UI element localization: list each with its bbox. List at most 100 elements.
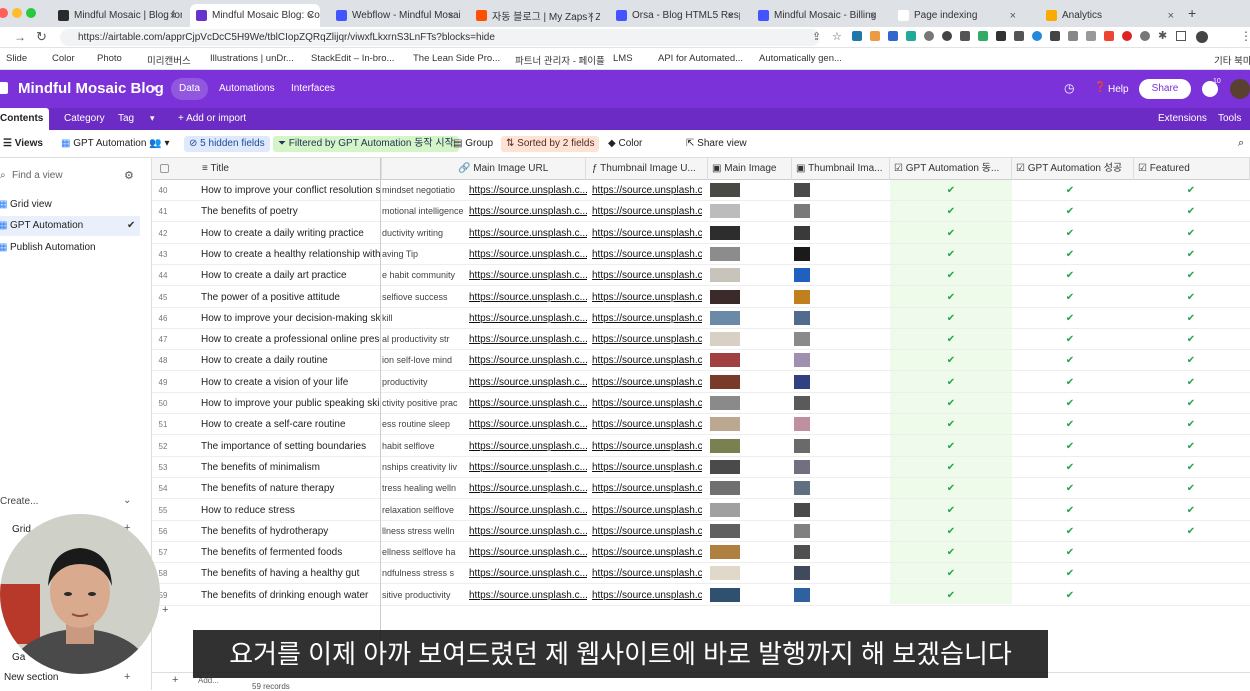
- checkbox-gpt-automation-success[interactable]: ✔: [1064, 329, 1076, 350]
- new-section-button[interactable]: New section: [4, 672, 58, 683]
- minimize-window-dot[interactable]: [12, 8, 22, 18]
- table-row[interactable]: 59 The benefits of drinking enough water s…: [152, 585, 1250, 606]
- extension-icon[interactable]: [1086, 31, 1096, 41]
- cell-title[interactable]: How to create a professional online pres…: [201, 329, 381, 350]
- cell-main-image-url[interactable]: https://source.unsplash.c...: [469, 308, 587, 329]
- table-row[interactable]: 46 How to improve your decision-making sk…: [152, 308, 1250, 329]
- cell-main-image-url[interactable]: https://source.unsplash.c...: [469, 201, 587, 222]
- cell-main-image-url[interactable]: https://source.unsplash.c...: [469, 521, 587, 542]
- checkbox-gpt-automation-success[interactable]: ✔: [1064, 308, 1076, 329]
- cell-title[interactable]: How to create a daily routine: [201, 350, 381, 371]
- bookmark-item[interactable]: The Lean Side Pro...: [413, 53, 500, 64]
- checkbox-gpt-automation-success[interactable]: ✔: [1064, 201, 1076, 222]
- history-icon[interactable]: ◷: [1064, 81, 1074, 95]
- checkbox-featured[interactable]: ✔: [1185, 244, 1197, 265]
- cell-title[interactable]: The benefits of hydrotherapy: [201, 521, 381, 542]
- cell-thumbnail-url[interactable]: https://source.unsplash.c...: [592, 585, 702, 606]
- nav-interfaces[interactable]: Interfaces: [283, 78, 343, 100]
- help-label[interactable]: Help: [1108, 84, 1129, 95]
- cell-tags[interactable]: nships creativity liv: [382, 457, 464, 478]
- main-image-thumbnail[interactable]: [710, 246, 740, 261]
- cell-tags[interactable]: ductivity writing: [382, 223, 464, 244]
- thumbnail-image[interactable]: [794, 566, 810, 581]
- checkbox-featured[interactable]: ✔: [1185, 329, 1197, 350]
- browser-tab[interactable]: Orsa - Blog HTML5 Respo ×: [610, 4, 740, 27]
- table-row[interactable]: 45 The power of a positive attitude selfio…: [152, 287, 1250, 308]
- table-row[interactable]: 51 How to create a self-care routine ess r…: [152, 414, 1250, 436]
- thumbnail-image[interactable]: [794, 353, 810, 368]
- checkbox-gpt-automation-success[interactable]: ✔: [1064, 244, 1076, 265]
- cell-main-image-url[interactable]: https://source.unsplash.c...: [469, 500, 587, 521]
- main-image-thumbnail[interactable]: [710, 225, 740, 240]
- checkbox-gpt-automation-success[interactable]: ✔: [1064, 223, 1076, 244]
- table-row[interactable]: 54 The benefits of nature therapy tress he…: [152, 478, 1250, 500]
- cell-main-image-url[interactable]: https://source.unsplash.c...: [469, 414, 587, 435]
- column-header-title[interactable]: ≡ Title: [198, 158, 382, 180]
- share-page-icon[interactable]: ⇪: [812, 30, 821, 43]
- group-button[interactable]: ▤ Group: [448, 136, 498, 152]
- checkbox-featured[interactable]: ✔: [1185, 478, 1197, 499]
- bookmark-item[interactable]: Automatically gen...: [759, 53, 842, 64]
- base-name[interactable]: Mindful Mosaic Blog: [18, 80, 164, 97]
- extension-icon[interactable]: [888, 31, 898, 41]
- cell-tags[interactable]: productivity: [382, 372, 464, 393]
- cell-title[interactable]: The benefits of nature therapy: [201, 478, 381, 499]
- checkbox-gpt-automation-success[interactable]: ✔: [1064, 414, 1076, 435]
- column-header-gpt-automation-start[interactable]: ☑ GPT Automation 동...: [890, 158, 1012, 180]
- cell-main-image-url[interactable]: https://source.unsplash.c...: [469, 563, 587, 584]
- thumbnail-image[interactable]: [794, 523, 810, 538]
- table-row[interactable]: 47 How to create a professional online pr…: [152, 329, 1250, 351]
- sidepanel-icon[interactable]: [1176, 31, 1186, 41]
- filter-button[interactable]: ⏷ Filtered by GPT Automation 동작 시작: [273, 136, 459, 152]
- main-image-thumbnail[interactable]: [710, 481, 740, 496]
- browser-tab[interactable]: Mindful Mosaic Blog: Con ×: [190, 4, 320, 27]
- checkbox-gpt-automation-success[interactable]: ✔: [1064, 521, 1076, 542]
- checkbox-gpt-automation-start[interactable]: ✔: [945, 521, 957, 542]
- checkbox-featured[interactable]: ✔: [1185, 500, 1197, 521]
- main-image-thumbnail[interactable]: [710, 545, 740, 560]
- thumbnail-image[interactable]: [794, 502, 810, 517]
- extension-icon[interactable]: [906, 31, 916, 41]
- cell-tags[interactable]: tress healing welln: [382, 478, 464, 499]
- cell-tags[interactable]: ess routine sleep: [382, 414, 464, 435]
- checkbox-gpt-automation-start[interactable]: ✔: [945, 287, 957, 308]
- bookmark-item[interactable]: Photo: [97, 53, 122, 64]
- extension-icon[interactable]: [960, 31, 970, 41]
- extension-icon[interactable]: [1122, 31, 1132, 41]
- cell-main-image-url[interactable]: https://source.unsplash.c...: [469, 329, 587, 350]
- cell-tags[interactable]: sitive productivity: [382, 585, 464, 606]
- cell-tags[interactable]: relaxation selflove: [382, 500, 464, 521]
- main-image-thumbnail[interactable]: [710, 268, 740, 283]
- cell-title[interactable]: The benefits of minimalism: [201, 457, 381, 478]
- checkbox-gpt-automation-start[interactable]: ✔: [945, 265, 957, 286]
- close-tab-icon[interactable]: ×: [588, 10, 594, 22]
- checkbox-featured[interactable]: ✔: [1185, 201, 1197, 222]
- cell-title[interactable]: The power of a positive attitude: [201, 287, 381, 308]
- column-header-main-image-url[interactable]: 🔗 Main Image URL: [454, 158, 586, 180]
- checkbox-gpt-automation-start[interactable]: ✔: [945, 585, 957, 606]
- cell-thumbnail-url[interactable]: https://source.unsplash.c...: [592, 436, 702, 457]
- column-header-main-image[interactable]: ▣ Main Image: [708, 158, 792, 180]
- main-image-thumbnail[interactable]: [710, 353, 740, 368]
- cell-thumbnail-url[interactable]: https://source.unsplash.c...: [592, 244, 702, 265]
- sort-button[interactable]: ⇅ Sorted by 2 fields: [501, 136, 600, 152]
- extension-icon[interactable]: [1104, 31, 1114, 41]
- forward-icon[interactable]: →: [14, 30, 26, 44]
- cell-thumbnail-url[interactable]: https://source.unsplash.c...: [592, 393, 702, 414]
- extension-icon[interactable]: [852, 31, 862, 41]
- thumbnail-image[interactable]: [794, 545, 810, 560]
- table-row[interactable]: 49 How to create a vision of your life pro…: [152, 372, 1250, 393]
- cell-thumbnail-url[interactable]: https://source.unsplash.c...: [592, 287, 702, 308]
- checkbox-gpt-automation-start[interactable]: ✔: [945, 308, 957, 329]
- checkbox-featured[interactable]: ✔: [1185, 180, 1197, 201]
- table-row[interactable]: 52 The importance of setting boundaries ha…: [152, 436, 1250, 457]
- extension-icon[interactable]: [1014, 31, 1024, 41]
- thumbnail-image[interactable]: [794, 587, 810, 602]
- checkbox-featured[interactable]: ✔: [1185, 457, 1197, 478]
- cell-main-image-url[interactable]: https://source.unsplash.c...: [469, 223, 587, 244]
- thumbnail-image[interactable]: [794, 374, 810, 389]
- cell-thumbnail-url[interactable]: https://source.unsplash.c...: [592, 457, 702, 478]
- browser-menu-icon[interactable]: ⋮: [1240, 29, 1250, 43]
- table-row[interactable]: 56 The benefits of hydrotherapy llness str…: [152, 521, 1250, 542]
- cell-thumbnail-url[interactable]: https://source.unsplash.c...: [592, 308, 702, 329]
